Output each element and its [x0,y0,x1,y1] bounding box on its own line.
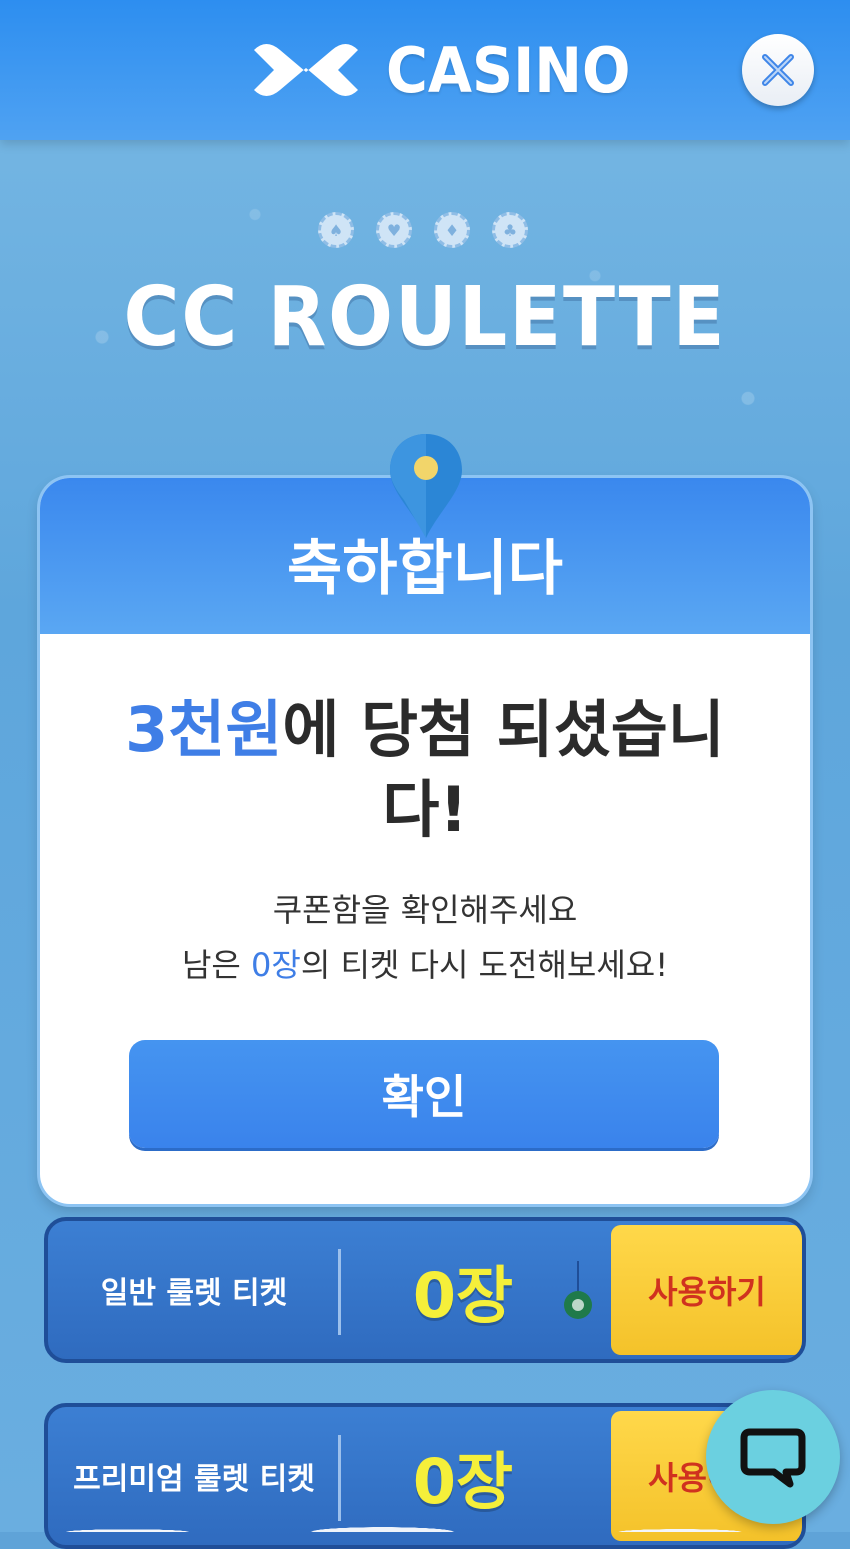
spade-chip-icon: ♠ [318,212,354,248]
club-chip-icon: ♣ [492,212,528,248]
prize-amount: 3천원 [125,693,283,766]
logo-text: CASINO [386,33,631,107]
casino-logo[interactable]: CASINO [246,30,652,110]
snow-decoration [0,1500,850,1532]
remaining-count: 0장 [251,946,301,984]
remaining-tickets-message: 남은 0장의 티켓 다시 도전해보세요! [0,940,850,986]
remaining-suffix: 의 티켓 다시 도전해보세요! [300,946,669,984]
cc-logo-icon [254,44,358,96]
game-title: CC ROULETTE [123,270,727,365]
remaining-prefix: 남은 [181,946,252,984]
confirm-button[interactable]: 확인 [129,1040,719,1148]
coupon-message: 쿠폰함을 확인해주세요 [272,891,578,929]
prize-suffix: 에 당첨 되셨습니다! [282,693,725,846]
use-ticket-button[interactable]: 사용하기 [611,1225,802,1355]
diamond-chip-icon: ♦ [434,212,470,248]
modal-title: 축하합니다 [287,534,563,604]
ticket-name: 일반 룰렛 티켓 [100,1276,288,1311]
ticket-divider [338,1249,341,1335]
chat-button[interactable] [706,1390,840,1524]
chat-bubble-icon [740,1428,806,1488]
chip-row: ♠ ♥ ♦ ♣ [318,212,528,248]
ticket-count: 0장 [412,1259,514,1332]
close-button[interactable] [742,34,814,106]
heart-chip-icon: ♥ [376,212,412,248]
prize-message: 3천원에 당첨 되셨습니다! [110,690,740,850]
x-icon [762,54,794,86]
ticket-row-normal: 일반 룰렛 티켓 0장 사용하기 [44,1217,806,1363]
ornament-icon [564,1261,592,1319]
top-bar: CASINO [0,0,850,140]
